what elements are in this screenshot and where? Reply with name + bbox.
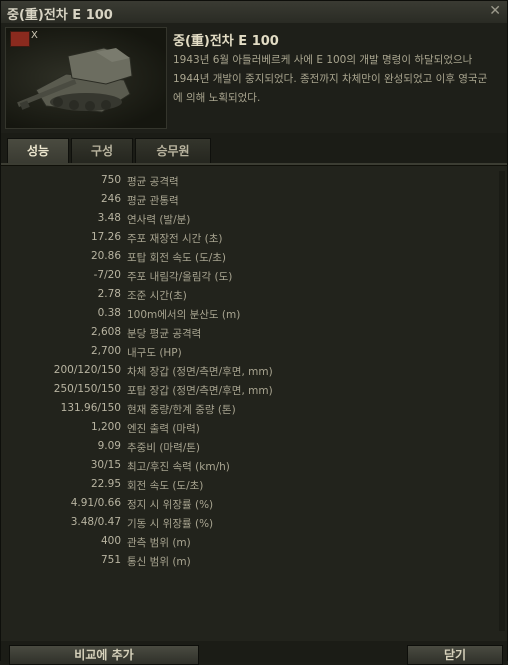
stat-label: 추중비 (마력/톤) [127, 442, 201, 454]
stat-label: 100m에서의 분산도 (m) [127, 309, 241, 321]
tab-configuration[interactable]: 구성 [71, 138, 133, 163]
stat-value: 400 [100, 535, 121, 547]
stat-row: 0.38 100m에서의 분산도 (m) [1, 307, 301, 326]
stat-label: 평균 공격력 [127, 176, 179, 188]
stat-label: 조준 시간(초) [127, 290, 187, 302]
stat-row: 751 통신 범위 (m) [1, 554, 301, 573]
tab-performance[interactable]: 성능 [7, 138, 69, 163]
stat-row: 1,200 엔진 출력 (마력) [1, 421, 301, 440]
stat-value: -7/20 [93, 269, 121, 281]
footer-bar: 비교에 추가 닫기 [1, 641, 507, 665]
stat-value: 0.38 [97, 307, 121, 319]
stat-value: 1,200 [90, 421, 121, 433]
stat-label: 분당 평균 공격력 [127, 328, 202, 340]
stat-value: 250/150/150 [53, 383, 121, 395]
stat-row: 9.09 추중비 (마력/톤) [1, 440, 301, 459]
stat-label: 정지 시 위장률 (%) [127, 499, 214, 511]
stat-row: 400 관측 범위 (m) [1, 535, 301, 554]
add-to-compare-button[interactable]: 비교에 추가 [9, 645, 199, 665]
stat-value: 3.48 [97, 212, 121, 224]
stat-value: 750 [100, 174, 121, 186]
close-icon[interactable]: ✕ [489, 3, 501, 19]
stat-row: 22.95 회전 속도 (도/초) [1, 478, 301, 497]
stat-row: 131.96/150 현재 중량/한계 중량 (톤) [1, 402, 301, 421]
tab-crew[interactable]: 승무원 [135, 138, 211, 163]
stat-row: 3.48 연사력 (발/분) [1, 212, 301, 231]
stat-label: 차체 장갑 (정면/측면/후면, mm) [127, 366, 273, 378]
stat-label: 관측 범위 (m) [127, 537, 191, 549]
stat-row: 17.26 주포 재장전 시간 (초) [1, 231, 301, 250]
stat-row: 2,608 분당 평균 공격력 [1, 326, 301, 345]
stat-row: 3.48/0.47 기동 시 위장률 (%) [1, 516, 301, 535]
stat-label: 통신 범위 (m) [127, 556, 191, 568]
tank-name: 중(重)전차 E 100 [173, 34, 279, 49]
stat-value: 131.96/150 [60, 402, 121, 414]
stat-value: 3.48/0.47 [70, 516, 121, 528]
stat-row: -7/20 주포 내림각/올림각 (도) [1, 269, 301, 288]
stat-value: 200/120/150 [53, 364, 121, 376]
window-title: 중(重)전차 E 100 [7, 8, 113, 23]
stat-label: 현재 중량/한계 중량 (톤) [127, 404, 236, 416]
stat-row: 2,700 내구도 (HP) [1, 345, 301, 364]
nation-flag-icon [10, 31, 30, 47]
stat-value: 2,700 [90, 345, 121, 357]
tank-info-window: 중(重)전차 E 100 ✕ X 중(重)전차 E 100 1943년 6월 아… [0, 0, 508, 665]
stat-label: 엔진 출력 (마력) [127, 423, 200, 435]
tab-bar: 성능 구성 승무원 [1, 133, 507, 165]
stat-label: 최고/후진 속력 (km/h) [127, 461, 230, 473]
stat-value: 4.91/0.66 [70, 497, 121, 509]
stat-value: 20.86 [90, 250, 121, 262]
stat-value: 2.78 [97, 288, 121, 300]
stat-value: 30/15 [90, 459, 121, 471]
tank-description: 1943년 6월 아들러베르케 사에 E 100의 개발 명령이 하달되었으나 … [173, 54, 488, 104]
stat-label: 내구도 (HP) [127, 347, 182, 359]
stat-row: 20.86 포탑 회전 속도 (도/초) [1, 250, 301, 269]
stat-label: 포탑 회전 속도 (도/초) [127, 252, 227, 264]
stat-value: 2,608 [90, 326, 121, 338]
stat-value: 9.09 [97, 440, 121, 452]
stat-row: 200/120/150 차체 장갑 (정면/측면/후면, mm) [1, 364, 301, 383]
tank-header: X 중(重)전차 E 100 1943년 6월 아들러베르케 사에 E 100의… [1, 23, 507, 133]
stat-label: 연사력 (발/분) [127, 214, 191, 226]
stat-row: 4.91/0.66 정지 시 위장률 (%) [1, 497, 301, 516]
stat-row: 250/150/150 포탑 장갑 (정면/측면/후면, mm) [1, 383, 301, 402]
stat-label: 포탑 장갑 (정면/측면/후면, mm) [127, 385, 273, 397]
stat-value: 17.26 [90, 231, 121, 243]
tank-image: X [5, 27, 167, 129]
stat-label: 기동 시 위장률 (%) [127, 518, 214, 530]
stat-value: 751 [100, 554, 121, 566]
stat-row: 30/15 최고/후진 속력 (km/h) [1, 459, 301, 478]
stat-value: 246 [100, 193, 121, 205]
stat-row: 750 평균 공격력 [1, 174, 301, 193]
scrollbar[interactable] [499, 171, 505, 631]
stat-label: 평균 관통력 [127, 195, 179, 207]
title-bar: 중(重)전차 E 100 ✕ [1, 1, 507, 24]
tier-mark: X [31, 30, 38, 41]
stat-label: 주포 재장전 시간 (초) [127, 233, 223, 245]
close-button[interactable]: 닫기 [407, 645, 503, 665]
tank-icon [17, 47, 133, 113]
stat-row: 246 평균 관통력 [1, 193, 301, 212]
stat-label: 주포 내림각/올림각 (도) [127, 271, 233, 283]
stat-label: 회전 속도 (도/초) [127, 480, 204, 492]
stats-panel: 750 평균 공격력 246 평균 관통력 3.48 연사력 (발/분) 17.26 주… [1, 165, 507, 642]
stat-row: 2.78 조준 시간(초) [1, 288, 301, 307]
stat-value: 22.95 [90, 478, 121, 490]
